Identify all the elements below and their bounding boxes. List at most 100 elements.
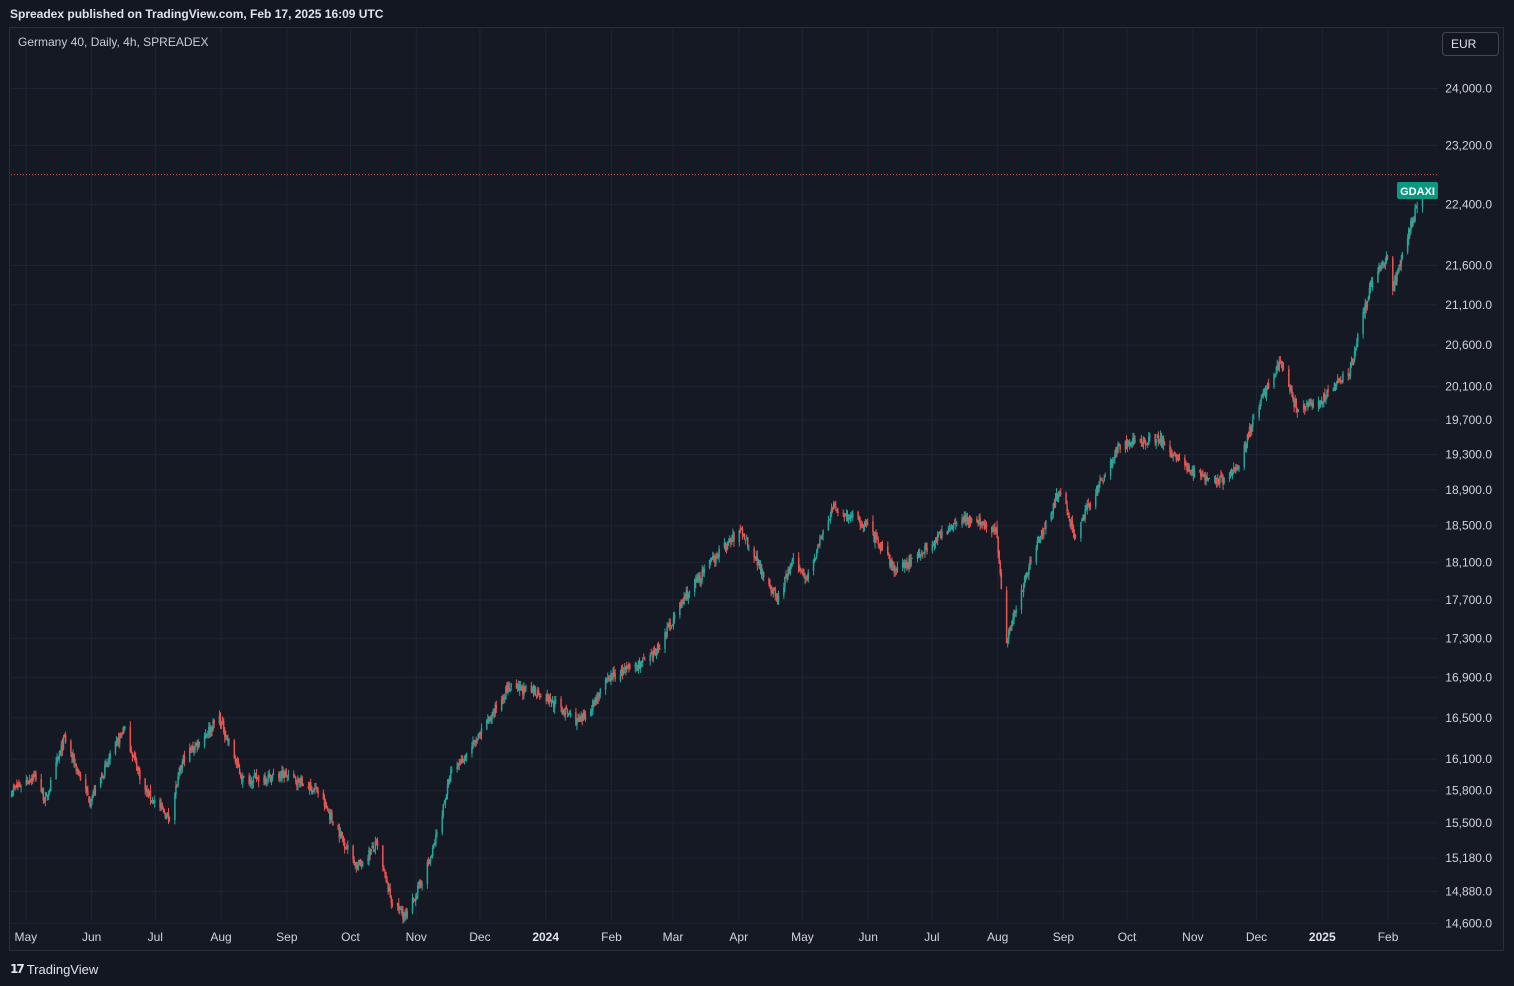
candle-body bbox=[1221, 476, 1223, 478]
candle-body bbox=[822, 530, 824, 535]
candle-body bbox=[1291, 388, 1293, 396]
candle-body bbox=[435, 834, 437, 845]
candle-body bbox=[800, 568, 802, 570]
y-tick-label: 21,100.0 bbox=[1445, 298, 1492, 312]
candle-body bbox=[1253, 418, 1255, 420]
candle-body bbox=[1371, 281, 1374, 288]
candle-body bbox=[1188, 465, 1190, 473]
candle-body bbox=[639, 662, 642, 669]
candle-body bbox=[1028, 567, 1030, 575]
candle-body bbox=[1267, 383, 1270, 388]
candle-body bbox=[1086, 505, 1089, 509]
candle-body bbox=[1184, 457, 1186, 465]
candle-body bbox=[1327, 388, 1329, 392]
candle-body bbox=[35, 772, 37, 780]
candle-body bbox=[1126, 442, 1129, 447]
candle-body bbox=[1114, 455, 1116, 459]
candle-body bbox=[877, 539, 880, 544]
candle-body bbox=[386, 880, 388, 882]
candle-body bbox=[762, 572, 765, 578]
candle-body bbox=[389, 888, 391, 898]
symbol-legend[interactable]: Germany 40, Daily, 4h, SPREADEX bbox=[18, 35, 209, 49]
candle-body bbox=[1355, 343, 1358, 348]
candle-body bbox=[198, 741, 201, 745]
candle-body bbox=[1261, 397, 1264, 399]
candle-body bbox=[122, 732, 124, 734]
candle-body bbox=[343, 842, 346, 848]
candle-body bbox=[947, 531, 950, 534]
candle-body bbox=[718, 548, 720, 557]
candle-body bbox=[1022, 585, 1025, 592]
y-tick-label: 19,700.0 bbox=[1445, 413, 1492, 427]
candle-body bbox=[1384, 261, 1387, 266]
candle-body bbox=[608, 677, 610, 678]
candle-body bbox=[1380, 266, 1382, 268]
candle-body bbox=[819, 538, 821, 546]
candle-body bbox=[815, 550, 818, 558]
candle-body bbox=[670, 627, 673, 628]
candle-body bbox=[629, 666, 631, 668]
x-tick-label: Feb bbox=[1378, 930, 1399, 944]
candle-body bbox=[342, 837, 345, 841]
candle-body bbox=[62, 737, 65, 750]
candle-body bbox=[1045, 520, 1047, 529]
candle-body bbox=[687, 593, 690, 599]
price-chart[interactable]: 24,000.0 23,200.0 22,400.0 21,600.0 21,100.0… bbox=[0, 0, 1514, 986]
candle-body bbox=[12, 786, 15, 793]
candle-body bbox=[560, 698, 562, 708]
candle-body bbox=[1342, 373, 1344, 382]
candle-body bbox=[352, 845, 354, 860]
tradingview-logo[interactable]: 17 TradingView bbox=[10, 960, 98, 978]
candle-body bbox=[1386, 255, 1389, 259]
candle-body bbox=[163, 809, 166, 814]
x-tick-label: Aug bbox=[210, 930, 231, 944]
candle-body bbox=[1015, 609, 1017, 613]
candle-body bbox=[228, 739, 230, 743]
candle-body bbox=[331, 811, 333, 820]
candle-body bbox=[849, 514, 852, 522]
candle-body bbox=[997, 536, 999, 554]
candle-body bbox=[432, 844, 435, 849]
candle-body bbox=[1215, 482, 1218, 484]
candle-body bbox=[11, 792, 14, 795]
candle-body bbox=[121, 733, 123, 735]
candle-body bbox=[910, 559, 912, 566]
candle-body bbox=[109, 752, 111, 760]
candle-body bbox=[789, 565, 791, 575]
candle-body bbox=[203, 736, 206, 747]
candle-body bbox=[812, 559, 815, 572]
candle-body bbox=[831, 508, 834, 510]
currency-button[interactable]: EUR bbox=[1442, 32, 1499, 56]
candle-body bbox=[1103, 476, 1105, 482]
candle-body bbox=[1193, 470, 1196, 477]
candle-body bbox=[933, 545, 936, 547]
candle-body bbox=[44, 797, 47, 802]
candle-body bbox=[564, 708, 567, 716]
candle-body bbox=[385, 872, 387, 879]
candle-body bbox=[20, 786, 22, 788]
candle-body bbox=[1416, 207, 1418, 209]
y-tick-label: 15,800.0 bbox=[1445, 784, 1492, 798]
x-tick-label: Oct bbox=[341, 930, 360, 944]
candle-body bbox=[911, 557, 913, 559]
candle-body bbox=[876, 537, 878, 539]
candle-body bbox=[821, 535, 823, 539]
x-tick-label: May bbox=[15, 930, 38, 944]
candle-body bbox=[852, 513, 854, 518]
x-tick-label: Jul bbox=[924, 930, 939, 944]
candle-body bbox=[1325, 396, 1327, 401]
candle-body bbox=[298, 779, 300, 781]
candle-body bbox=[1201, 476, 1203, 478]
candle-body bbox=[1353, 351, 1356, 360]
candle-body bbox=[315, 786, 317, 788]
y-tick-label: 21,600.0 bbox=[1445, 258, 1492, 272]
candle-body bbox=[1260, 398, 1262, 401]
x-tick-label: Jun bbox=[82, 930, 101, 944]
candle-body bbox=[359, 859, 362, 864]
candle-body bbox=[748, 548, 750, 549]
candle-body bbox=[374, 841, 377, 850]
candle-body bbox=[1223, 477, 1225, 484]
y-tick-label: 23,200.0 bbox=[1445, 138, 1492, 152]
y-tick-label: 15,180.0 bbox=[1445, 851, 1492, 865]
candle-body bbox=[565, 706, 568, 709]
